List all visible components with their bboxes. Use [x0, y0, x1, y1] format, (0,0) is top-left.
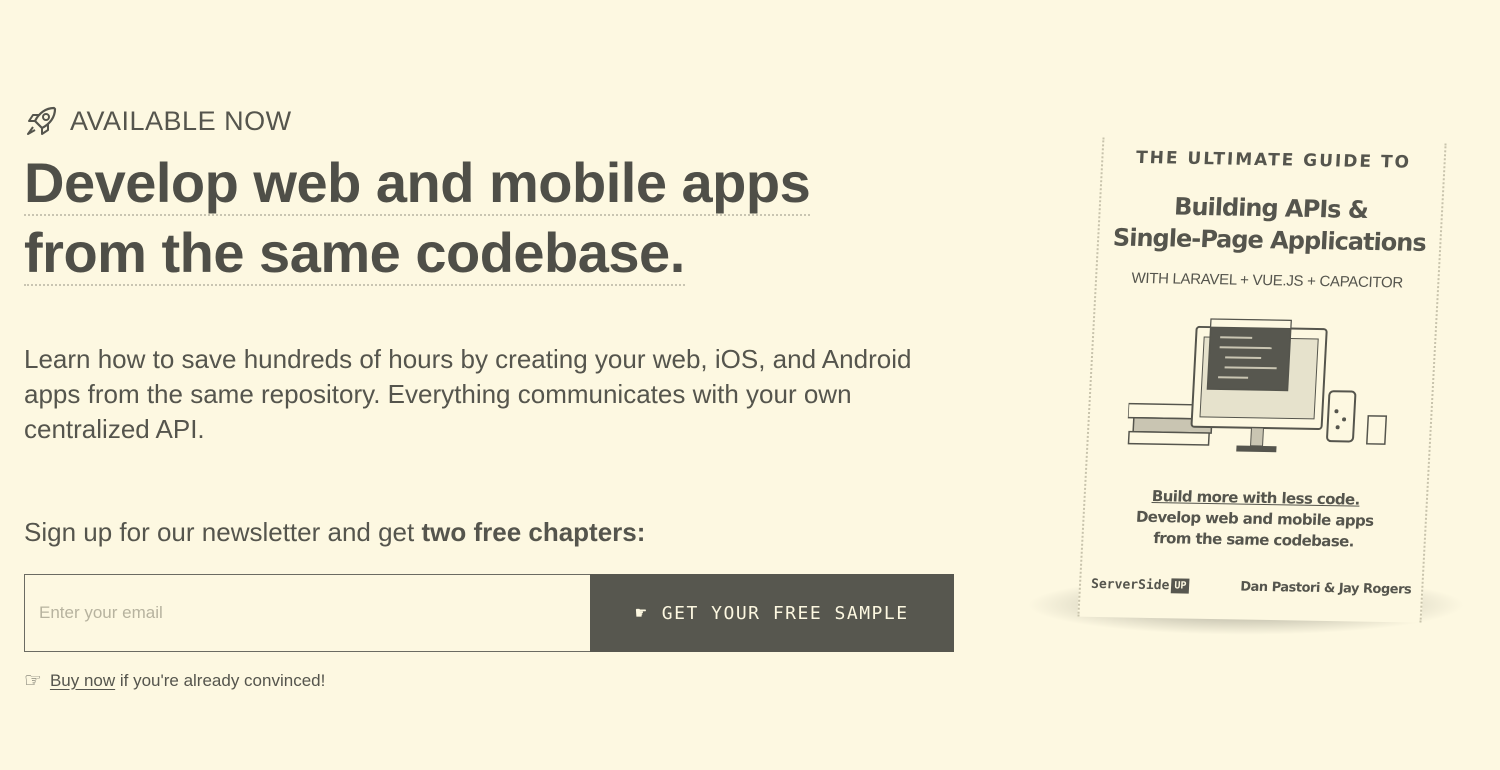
publisher-logo: ServerSide UP	[1091, 577, 1190, 594]
email-input[interactable]	[24, 574, 590, 652]
cta-label: GET YOUR FREE SAMPLE	[661, 602, 909, 624]
book-cover-image: THE ULTIMATE GUIDE TO Building APIs & Si…	[1020, 130, 1470, 660]
devices-illustration	[1127, 318, 1388, 453]
page-headline: Develop web and mobile apps from the sam…	[24, 148, 964, 288]
availability-eyebrow: AVAILABLE NOW	[24, 100, 964, 142]
book-title: Building APIs & Single-Page Applications	[1098, 189, 1442, 259]
buy-now-text: Buy now if you're already convinced!	[50, 671, 325, 691]
hero-description: Learn how to save hundreds of hours by c…	[24, 344, 912, 444]
publisher-name: ServerSide	[1090, 576, 1170, 594]
get-free-sample-button[interactable]: ☛ GET YOUR FREE SAMPLE	[590, 574, 954, 652]
headline-line-1: Develop web and mobile apps	[24, 151, 811, 216]
eyebrow-text: AVAILABLE NOW	[70, 105, 292, 136]
buy-now-suffix: if you're already convinced!	[115, 670, 326, 690]
book-authors: Dan Pastori & Jay Rogers	[1239, 579, 1412, 598]
headline-line-2: from the same codebase.	[24, 221, 685, 286]
buy-now-line: ☞ Buy now if you're already convinced!	[24, 668, 964, 693]
pointing-hand-icon: ☞	[24, 670, 42, 692]
newsletter-prompt-text: Sign up for our newsletter and get	[24, 517, 422, 547]
book-footer: ServerSide UP Dan Pastori & Jay Rogers	[1091, 577, 1412, 598]
book-title-line-2: Single-Page Applications	[1112, 223, 1427, 257]
buy-now-link[interactable]: Buy now	[50, 671, 115, 690]
pointing-hand-icon: ☛	[635, 602, 648, 624]
book-kicker: THE ULTIMATE GUIDE TO	[1135, 147, 1412, 173]
newsletter-prompt-bold: two free chapters:	[421, 517, 646, 547]
rocket-icon	[27, 106, 57, 135]
newsletter-prompt: Sign up for our newsletter and get two f…	[24, 517, 964, 548]
book-subtitle: WITH LARAVEL + VUE.JS + CAPACITOR	[1131, 269, 1404, 292]
publisher-badge: UP	[1170, 578, 1190, 594]
hero-section: AVAILABLE NOW Develop web and mobile app…	[24, 100, 964, 693]
book-tagline: Build more with less code. Develop web a…	[1083, 485, 1426, 554]
book-cover: THE ULTIMATE GUIDE TO Building APIs & Si…	[1077, 137, 1447, 623]
landing-page: AVAILABLE NOW Develop web and mobile app…	[0, 0, 1500, 770]
newsletter-form: ☛ GET YOUR FREE SAMPLE	[24, 574, 954, 652]
